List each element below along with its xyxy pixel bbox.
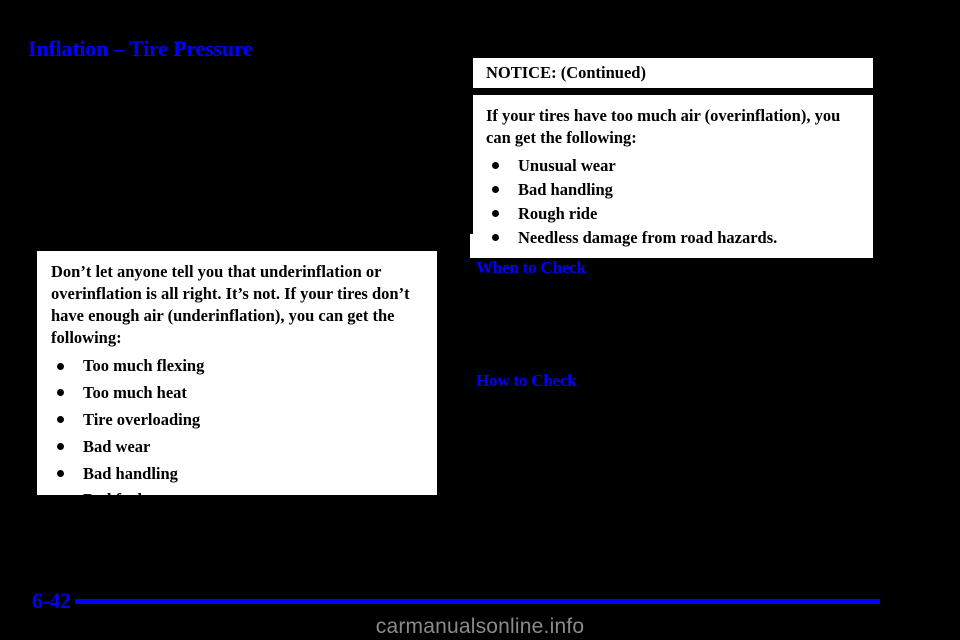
bullet-icon [57,362,64,370]
list-item: Needless damage from road hazards. [486,227,859,249]
manual-page: Inflation – Tire Pressure Don’t let anyo… [0,0,960,640]
list-item-label: Bad handling [83,463,178,483]
list-item: Unusual wear [486,155,859,177]
list-item: Bad fuel economy. [51,489,423,511]
list-item-label: Too much heat [83,383,187,403]
list-item: Tire overloading [51,409,423,431]
bullet-icon [57,496,64,504]
watermark: carmanualsonline.info [375,615,585,638]
bullet-icon [57,442,64,450]
footer-rule [75,599,880,604]
bullet-icon [57,469,64,477]
list-item: Bad handling [486,179,859,201]
list-item: Bad wear [51,436,423,458]
list-item: Too much flexing [51,355,423,377]
list-item: Too much heat [51,382,423,404]
notice-paragraph: If your tires have too much air (overinf… [486,106,841,148]
bullet-icon [492,210,499,217]
list-item-label: Bad fuel economy. [83,490,212,510]
list-item-label: Too much flexing [83,356,205,376]
list-item-label: Unusual wear [518,156,616,176]
notice-body: If your tires have too much air (overinf… [470,95,873,259]
page-number: 6-42 [32,588,71,613]
bullet-icon [57,389,64,397]
list-item: Rough ride [486,203,859,225]
list-item-label: Tire overloading [83,409,201,429]
list-item-label: Bad wear [83,436,151,456]
notice-bullet-list: Too much flexing Too much heat Tire over… [51,355,423,511]
notice-box-overinflation: NOTICE: (Continued) If your tires have t… [461,56,875,259]
list-item-label: Rough ride [518,203,598,223]
bullet-icon [492,162,499,170]
subheading-when-to-check: When to Check [476,258,586,277]
bullet-icon [57,416,64,424]
list-item-label: Needless damage from road hazards. [518,227,778,247]
notice-paragraph: Don’t let anyone tell you that underinfl… [51,262,410,348]
page-title: Inflation – Tire Pressure [28,36,253,61]
bullet-icon [492,233,499,241]
bullet-icon [492,186,499,194]
notice-bullet-list: Unusual wear Bad handling Rough ride Nee… [486,155,859,248]
notice-box-underinflation: Don’t let anyone tell you that underinfl… [35,249,439,541]
notice-continued-label: NOTICE: (Continued) [261,522,421,542]
list-item: Bad handling [51,463,423,485]
notice-header-label: NOTICE: (Continued) [470,58,873,91]
list-item-label: Bad handling [518,179,613,199]
subheading-how-to-check: How to Check [476,371,577,390]
